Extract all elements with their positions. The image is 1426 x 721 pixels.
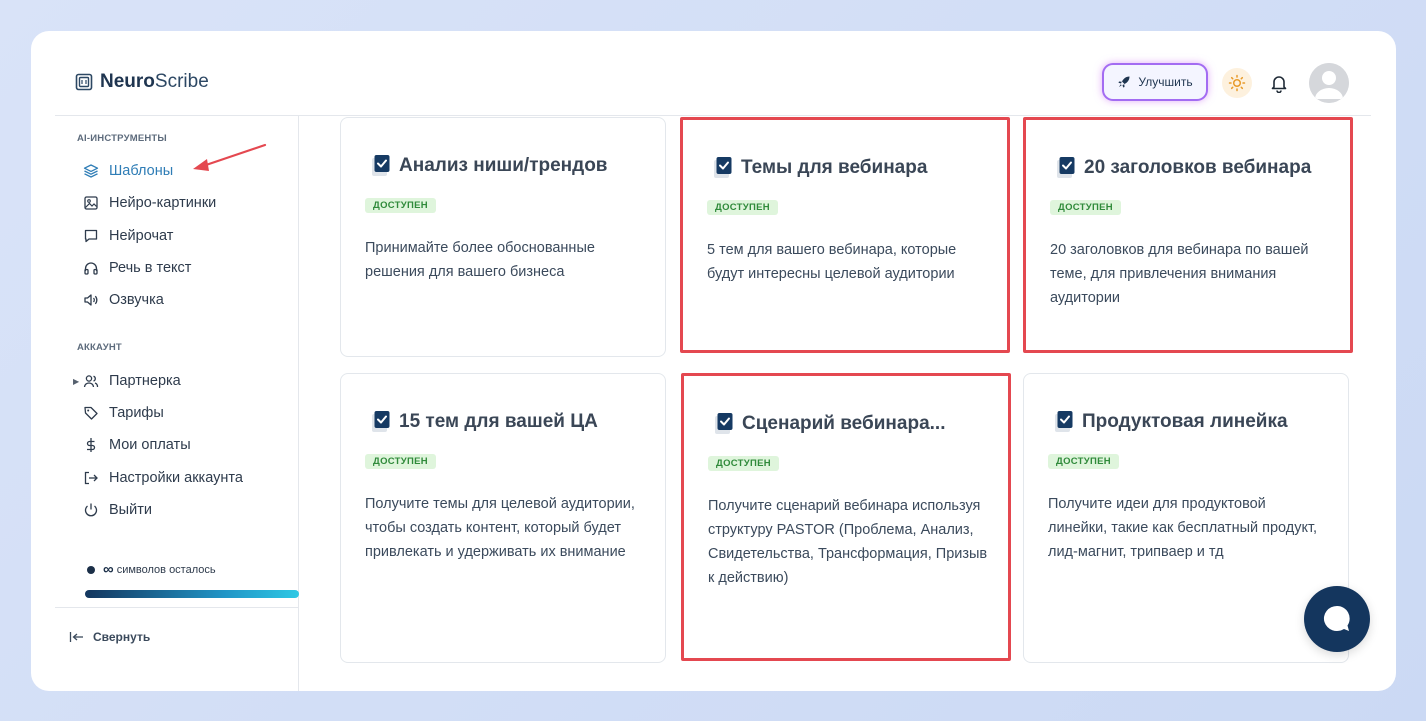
- checklist-icon: [1055, 411, 1073, 432]
- template-card-title-row: 20 заголовков вебинара: [1056, 156, 1311, 180]
- template-card-title-row: Анализ ниши/трендов: [371, 154, 608, 178]
- template-card-title-row: 15 тем для вашей ЦА: [371, 410, 598, 434]
- logout-box-icon: [84, 471, 98, 485]
- template-card-title: Сценарий вебинара...: [742, 413, 946, 434]
- sidebar-item-templates[interactable]: Шаблоны: [83, 159, 173, 183]
- sidebar-item-label: Озвучка: [109, 292, 164, 308]
- sidebar-item-payments[interactable]: Мои оплаты: [83, 433, 191, 457]
- chat-bubble-icon: [84, 229, 98, 243]
- template-card[interactable]: Анализ ниши/трендов ДОСТУПЕН Принимайте …: [340, 117, 666, 357]
- checklist-icon: [714, 157, 732, 178]
- support-chat-button[interactable]: [1304, 586, 1370, 652]
- checklist-icon: [715, 413, 733, 434]
- status-badge: ДОСТУПЕН: [365, 454, 436, 469]
- sidebar-item-neurochat[interactable]: Нейрочат: [83, 224, 173, 248]
- upgrade-label: Улучшить: [1138, 75, 1193, 89]
- bell-icon: [1271, 76, 1287, 93]
- template-card-description: 20 заголовков для вебинара по вашей теме…: [1050, 242, 1309, 306]
- status-badge: ДОСТУПЕН: [1048, 454, 1119, 469]
- section-label-tools: AI-ИНСТРУМЕНТЫ: [77, 133, 167, 144]
- template-card-title-row: Сценарий вебинара...: [714, 412, 945, 436]
- sidebar-item-label: Нейрочат: [109, 228, 174, 244]
- chat-bubble-icon: [1323, 605, 1350, 631]
- tag-icon: [84, 406, 98, 420]
- app-logo[interactable]: NeuroScribe: [75, 71, 209, 93]
- app-window: NeuroScribe Улучшить AI-ИНСТРУМЕНТЫ Шабл…: [31, 31, 1396, 691]
- dollar-icon: [86, 438, 96, 452]
- status-dot: [87, 565, 95, 574]
- template-card-title: Темы для вебинара: [741, 157, 928, 178]
- template-card[interactable]: Сценарий вебинара... ДОСТУПЕН Получите с…: [681, 373, 1011, 661]
- collapse-label: Свернуть: [93, 630, 151, 644]
- rocket-icon: [1118, 76, 1130, 88]
- sidebar-item-label: Речь в текст: [109, 260, 192, 276]
- upgrade-button[interactable]: Улучшить: [1104, 65, 1206, 99]
- template-card-title: 15 тем для вашей ЦА: [399, 411, 598, 432]
- symbols-remaining: ∞ символов осталось: [87, 561, 216, 578]
- template-card-description: Принимайте более обоснованные решения дл…: [365, 240, 595, 280]
- sidebar-item-logout[interactable]: Выйти: [83, 498, 152, 522]
- template-card-description: Получите идеи для продуктовой линейки, т…: [1048, 496, 1318, 560]
- sidebar-item-voiceover[interactable]: Озвучка: [83, 288, 164, 312]
- brand-name-light: Scribe: [154, 71, 209, 92]
- sidebar-item-partners[interactable]: ▶ Партнерка: [73, 369, 181, 393]
- infinity-symbol: ∞: [103, 561, 114, 578]
- sidebar-item-label: Шаблоны: [109, 163, 174, 179]
- status-badge: ДОСТУПЕН: [707, 200, 778, 215]
- symbols-progress-fill: [85, 590, 299, 598]
- sidebar-item-label: Партнерка: [109, 373, 181, 389]
- template-card[interactable]: Темы для вебинара ДОСТУПЕН 5 тем для ваш…: [680, 117, 1010, 353]
- brand-name-bold: Neuro: [100, 71, 155, 92]
- caret-right-icon: ▶: [73, 376, 80, 386]
- sidebar-item-account-settings[interactable]: Настройки аккаунта: [83, 466, 243, 490]
- user-silhouette-icon: [1309, 63, 1349, 103]
- sidebar: AI-ИНСТРУМЕНТЫ Шаблоны Нейро-картинки Не…: [55, 116, 299, 691]
- checklist-icon: [372, 155, 390, 176]
- theme-toggle-button[interactable]: [1222, 68, 1252, 98]
- sidebar-divider: [55, 607, 299, 608]
- template-card-description: Получите сценарий вебинара используя стр…: [708, 498, 988, 586]
- section-label-account: АККАУНТ: [77, 342, 122, 353]
- sidebar-item-neuro-images[interactable]: Нейро-картинки: [83, 191, 216, 215]
- symbols-progress-bar: [85, 590, 299, 598]
- template-card-description: 5 тем для вашего вебинара, которые будут…: [707, 242, 957, 282]
- notifications-button[interactable]: [1267, 71, 1291, 95]
- logo-icon: [75, 73, 93, 91]
- template-card-title-row: Продуктовая линейка: [1054, 410, 1288, 434]
- sidebar-item-speech-to-text[interactable]: Речь в текст: [83, 256, 191, 280]
- users-icon: [83, 375, 99, 388]
- checklist-icon: [372, 411, 390, 432]
- status-badge: ДОСТУПЕН: [365, 198, 436, 213]
- annotation-arrow-icon: [193, 143, 267, 171]
- template-card-title: 20 заголовков вебинара: [1084, 157, 1312, 178]
- template-card[interactable]: Продуктовая линейка ДОСТУПЕН Получите ид…: [1023, 373, 1349, 663]
- collapse-sidebar-button[interactable]: Свернуть: [69, 630, 150, 644]
- template-card-description: Получите темы для целевой аудитории, что…: [365, 496, 635, 560]
- headphones-icon: [84, 262, 98, 275]
- status-badge: ДОСТУПЕН: [1050, 200, 1121, 215]
- sidebar-item-label: Выйти: [109, 502, 152, 518]
- template-card[interactable]: 20 заголовков вебинара ДОСТУПЕН 20 загол…: [1023, 117, 1353, 353]
- layers-icon: [83, 164, 99, 178]
- sidebar-item-label: Мои оплаты: [109, 437, 191, 453]
- power-icon: [84, 503, 98, 517]
- speaker-icon: [84, 294, 98, 306]
- template-card[interactable]: 15 тем для вашей ЦА ДОСТУПЕН Получите те…: [340, 373, 666, 663]
- template-card-title: Анализ ниши/трендов: [399, 155, 608, 176]
- user-avatar[interactable]: [1309, 63, 1349, 103]
- collapse-left-icon: [69, 632, 83, 642]
- status-badge: ДОСТУПЕН: [708, 456, 779, 471]
- sidebar-item-label: Тарифы: [109, 405, 164, 421]
- sidebar-item-tariffs[interactable]: Тарифы: [83, 401, 164, 425]
- sidebar-item-label: Настройки аккаунта: [109, 470, 243, 486]
- sun-icon: [1228, 74, 1246, 92]
- image-icon: [84, 196, 98, 210]
- sidebar-item-label: Нейро-картинки: [109, 195, 217, 211]
- template-card-title-row: Темы для вебинара: [713, 156, 927, 180]
- checklist-icon: [1057, 157, 1075, 178]
- symbols-remaining-label: символов осталось: [116, 563, 216, 576]
- template-card-title: Продуктовая линейка: [1082, 411, 1288, 432]
